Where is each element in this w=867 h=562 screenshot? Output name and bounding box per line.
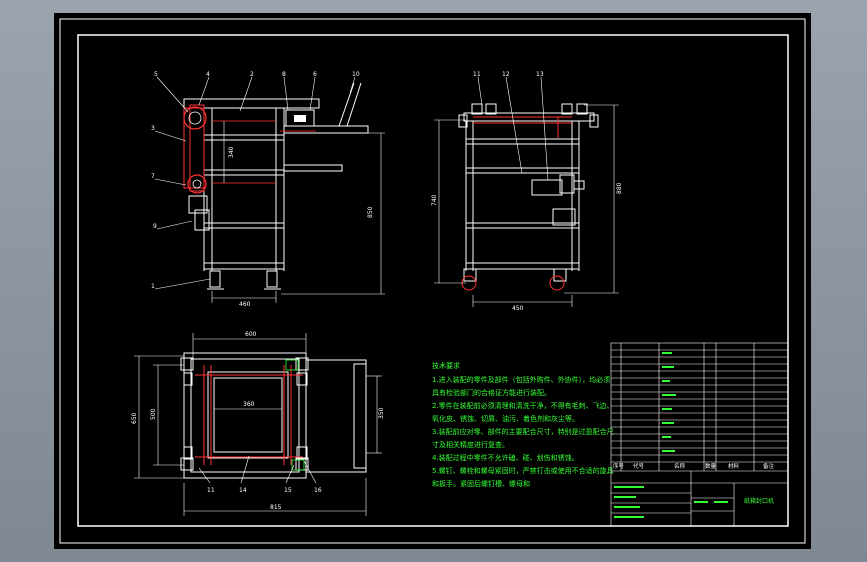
header-material: 材料 <box>728 462 740 470</box>
part-number: 5 <box>154 71 158 78</box>
notes-line: 5.螺钉、螺栓和螺母紧固时，严禁打击或使用不合适的旋具 <box>432 466 614 475</box>
cad-viewport[interactable]: 5 4 2 8 6 10 3 7 9 1 460 850 340 11 12 1… <box>54 13 811 549</box>
part-number: 9 <box>153 223 157 230</box>
header-no: 序号 <box>613 462 625 470</box>
top-part-numbers: 11 14 15 16 <box>207 487 322 494</box>
part-number: 15 <box>284 487 292 494</box>
assembly-drawing: 5 4 2 8 6 10 3 7 9 1 460 850 340 11 12 1… <box>59 18 806 544</box>
notes-line: 2.零件在装配前必须清理和清洗干净，不得有毛刺、飞边、 <box>432 401 614 410</box>
top-view <box>180 352 367 479</box>
part-number: 1 <box>151 283 155 290</box>
part-number: 3 <box>151 125 155 132</box>
side-leaders <box>477 76 549 181</box>
notes-line: 氧化皮、锈蚀、切屑、油污、着色剂和灰尘等。 <box>432 414 579 423</box>
notes-title: 技术要求 <box>432 361 460 370</box>
front-view <box>183 82 369 290</box>
top-red-parts <box>195 365 303 465</box>
notes-line: 3.装配前应对零、部件的主要配合尺寸，特别是过盈配合尺 <box>432 427 614 436</box>
dim-width-top: 600 <box>245 331 257 338</box>
part-number: 11 <box>207 487 215 494</box>
dim-height-right: 350 <box>378 407 385 419</box>
part-number: 4 <box>206 71 210 78</box>
part-number: 2 <box>250 71 254 78</box>
drawing-title: 纸箱封口机 <box>744 497 774 505</box>
header-remark: 备注 <box>763 462 775 470</box>
front-part-numbers: 5 4 2 8 6 10 3 7 9 1 <box>151 71 360 290</box>
part-number: 12 <box>502 71 510 78</box>
dim-width-bottom: 460 <box>239 301 251 308</box>
notes-line: 1.进入装配的零件及部件（包括外购件、外协件），均必须 <box>432 375 610 384</box>
dim-height-left: 740 <box>431 194 438 206</box>
dim-height-right: 880 <box>616 182 623 194</box>
part-number: 16 <box>314 487 322 494</box>
part-number: 14 <box>239 487 247 494</box>
outer-border <box>59 18 806 544</box>
side-dimensions <box>434 104 619 307</box>
dim-height-total: 850 <box>367 206 374 218</box>
part-number: 13 <box>536 71 544 78</box>
top-dimension-values: 600 360 815 650 500 350 <box>131 331 385 511</box>
front-dimensions <box>211 121 385 303</box>
dim-height-outer: 650 <box>131 412 138 424</box>
part-number: 11 <box>473 71 481 78</box>
dim-width-bottom: 450 <box>512 305 524 312</box>
dim-width-inner: 360 <box>243 401 255 408</box>
dim-width-bottom: 815 <box>270 504 282 511</box>
header-name: 名称 <box>674 462 686 470</box>
notes-line: 具有检验部门的合格证方能进行装配。 <box>432 388 551 397</box>
top-green-parts <box>285 359 305 471</box>
technical-notes: 技术要求 1.进入装配的零件及部件（包括外购件、外协件），均必须 具有检验部门的… <box>432 361 614 488</box>
dim-height-inner: 500 <box>150 408 157 420</box>
part-number: 10 <box>352 71 360 78</box>
notes-line: 和扳手。紧固后螺钉槽、螺母和 <box>432 479 530 488</box>
part-number: 6 <box>313 71 317 78</box>
dim-pulley-span: 340 <box>228 146 235 158</box>
part-number: 7 <box>151 173 155 180</box>
notes-line: 4.装配过程中零件不允许磕、碰、划伤和锈蚀。 <box>432 453 579 462</box>
notes-line: 寸及相关精度进行复查。 <box>432 440 509 449</box>
side-view <box>458 103 599 282</box>
header-qty: 数量 <box>705 462 717 470</box>
header-code: 代号 <box>633 462 645 470</box>
side-dimension-values: 450 740 880 <box>431 182 623 312</box>
side-part-numbers: 11 12 13 <box>473 71 544 78</box>
parts-list-header: 序号 代号 名称 数量 材料 备注 <box>613 462 775 470</box>
part-number: 8 <box>282 71 286 78</box>
